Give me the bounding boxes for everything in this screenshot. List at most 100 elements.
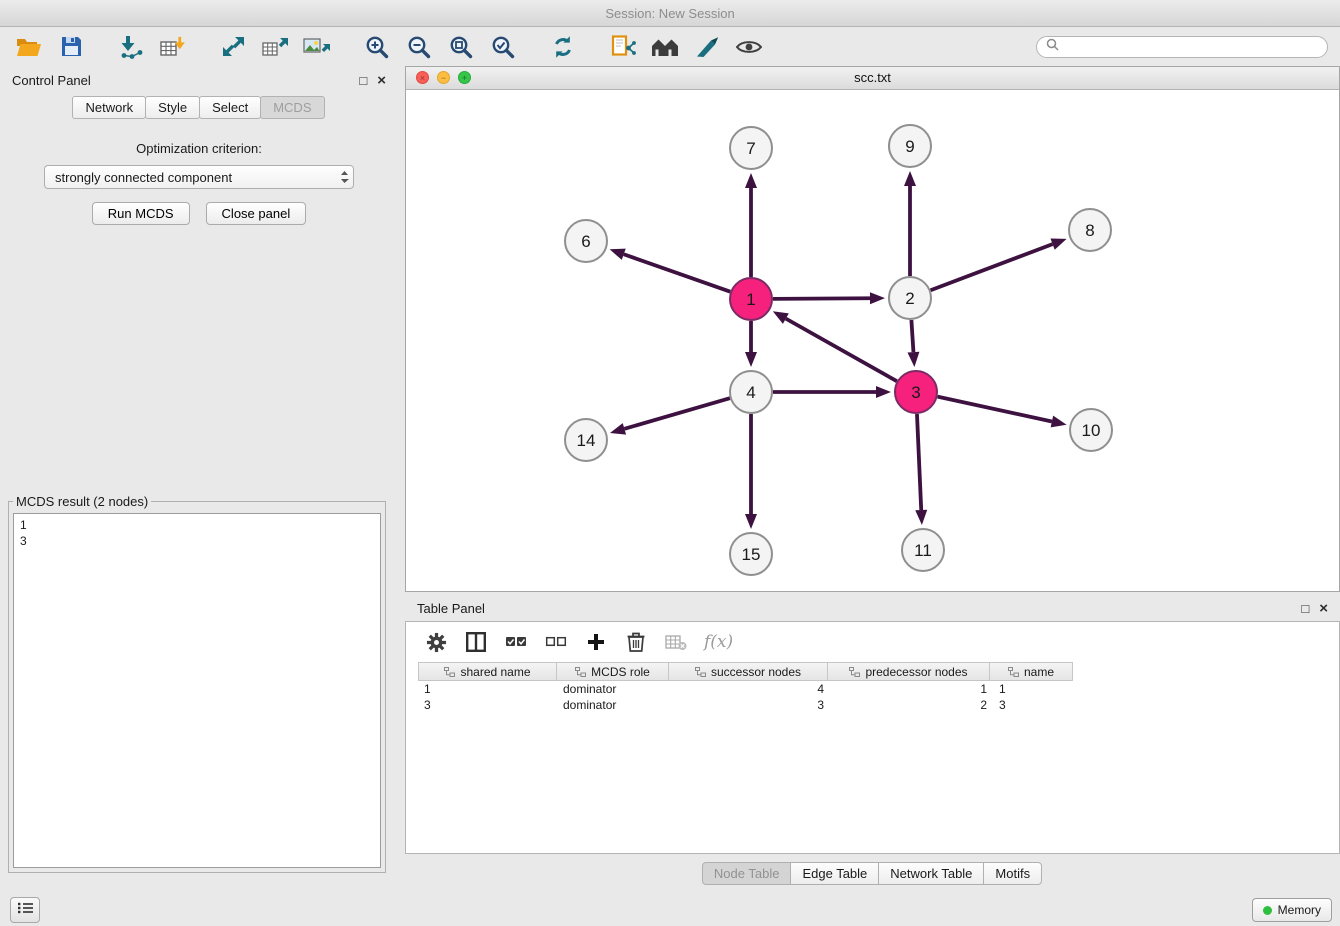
import-table-icon[interactable] <box>158 33 188 61</box>
apply-style-icon[interactable] <box>692 33 722 61</box>
tab-mcds[interactable]: MCDS <box>260 96 324 119</box>
tab-network[interactable]: Network <box>72 96 146 119</box>
column-header-label: MCDS role <box>591 665 650 679</box>
run-mcds-button[interactable]: Run MCDS <box>92 202 190 225</box>
table-panel-tabs: Node TableEdge TableNetwork TableMotifs <box>405 862 1340 885</box>
export-network-icon[interactable] <box>218 33 248 61</box>
float-panel-icon[interactable]: □ <box>359 74 367 87</box>
optimization-label: Optimization criterion: <box>0 141 398 156</box>
table-body: 1dominator4113dominator323 <box>418 681 1339 713</box>
edge-3-1[interactable] <box>786 319 897 382</box>
tab-motifs[interactable]: Motifs <box>983 862 1042 885</box>
table-cell: 3 <box>993 698 1077 712</box>
table-row[interactable]: 3dominator323 <box>418 697 1339 713</box>
control-panel-title: Control Panel <box>12 73 91 88</box>
node-15[interactable]: 15 <box>730 533 772 575</box>
open-session-icon[interactable] <box>14 33 44 61</box>
zoom-out-icon[interactable] <box>404 33 434 61</box>
node-1[interactable]: 1 <box>730 278 772 320</box>
zoom-in-icon[interactable] <box>362 33 392 61</box>
column-header-MCDS-role[interactable]: MCDS role <box>556 662 669 681</box>
node-9[interactable]: 9 <box>889 125 931 167</box>
memory-button[interactable]: Memory <box>1252 898 1332 922</box>
node-4[interactable]: 4 <box>730 371 772 413</box>
select-stepper-icon <box>340 170 349 184</box>
close-table-panel-icon[interactable]: × <box>1319 601 1328 616</box>
mcds-buttons: Run MCDS Close panel <box>0 202 398 225</box>
export-image-icon[interactable] <box>302 33 332 61</box>
first-neighbors-icon[interactable] <box>608 33 638 61</box>
svg-text:7: 7 <box>746 139 755 158</box>
mcds-result-text[interactable]: 1 3 <box>13 513 381 868</box>
network-window-title: scc.txt <box>854 70 891 85</box>
select-all-icon[interactable] <box>504 630 528 654</box>
edge-3-11[interactable] <box>917 414 921 510</box>
edge-3-10[interactable] <box>937 397 1051 422</box>
tab-network-table[interactable]: Network Table <box>878 862 984 885</box>
column-header-successor-nodes[interactable]: successor nodes <box>668 662 828 681</box>
network-window-titlebar: × − + scc.txt <box>406 67 1339 90</box>
refresh-icon[interactable] <box>548 33 578 61</box>
deselect-all-icon[interactable] <box>544 630 568 654</box>
minimize-window-icon[interactable]: − <box>437 71 450 84</box>
table-row[interactable]: 1dominator411 <box>418 681 1339 697</box>
network-view[interactable]: 7 9 6 8 1 2 4 3 14 10 15 11 <box>406 90 1339 592</box>
node-8[interactable]: 8 <box>1069 209 1111 251</box>
delete-column-icon[interactable] <box>624 630 648 654</box>
node-10[interactable]: 10 <box>1070 409 1112 451</box>
node-11[interactable]: 11 <box>902 529 944 571</box>
node-3[interactable]: 3 <box>895 371 937 413</box>
svg-text:4: 4 <box>746 383 755 402</box>
edge-arrowhead <box>870 292 885 304</box>
zoom-selected-icon[interactable] <box>488 33 518 61</box>
edge-4-14[interactable] <box>624 398 729 429</box>
criterion-select[interactable]: strongly connected component <box>44 165 354 189</box>
float-table-panel-icon[interactable]: □ <box>1301 602 1309 615</box>
svg-text:2: 2 <box>905 289 914 308</box>
control-panel-header: Control Panel □ × <box>0 65 398 95</box>
task-list-button[interactable] <box>10 897 40 923</box>
node-6[interactable]: 6 <box>565 220 607 262</box>
zoom-window-icon[interactable]: + <box>458 71 471 84</box>
add-column-icon[interactable] <box>584 630 608 654</box>
function-builder-icon: f(x) <box>704 630 733 654</box>
tab-style[interactable]: Style <box>145 96 200 119</box>
mcds-result-legend: MCDS result (2 nodes) <box>13 494 151 509</box>
table-cell: dominator <box>557 682 670 696</box>
edge-arrowhead <box>904 171 916 186</box>
edge-1-6[interactable] <box>624 254 731 291</box>
close-window-icon[interactable]: × <box>416 71 429 84</box>
houses-icon[interactable] <box>650 33 680 61</box>
svg-text:11: 11 <box>914 541 932 560</box>
column-header-predecessor-nodes[interactable]: predecessor nodes <box>827 662 990 681</box>
edge-1-2[interactable] <box>773 298 870 299</box>
tab-edge-table[interactable]: Edge Table <box>790 862 879 885</box>
edge-2-8[interactable] <box>931 244 1053 290</box>
svg-text:6: 6 <box>581 232 590 251</box>
split-panel-icon[interactable] <box>464 630 488 654</box>
column-header-name[interactable]: name <box>989 662 1073 681</box>
close-panel-button[interactable]: Close panel <box>206 202 307 225</box>
edge-arrowhead <box>876 386 891 398</box>
tab-node-table[interactable]: Node Table <box>702 862 792 885</box>
search-box[interactable] <box>1036 36 1328 58</box>
save-session-icon[interactable] <box>56 33 86 61</box>
eye-icon[interactable] <box>734 33 764 61</box>
svg-text:15: 15 <box>742 545 761 564</box>
table-cell: 2 <box>830 698 993 712</box>
gear-icon[interactable] <box>424 630 448 654</box>
edge-arrowhead <box>773 311 789 324</box>
close-panel-icon[interactable]: × <box>377 73 386 88</box>
tab-select[interactable]: Select <box>199 96 261 119</box>
column-header-shared-name[interactable]: shared name <box>418 662 557 681</box>
zoom-fit-icon[interactable] <box>446 33 476 61</box>
export-table-icon[interactable] <box>260 33 290 61</box>
edge-arrowhead <box>1050 239 1066 250</box>
search-input[interactable] <box>1065 39 1318 55</box>
node-7[interactable]: 7 <box>730 127 772 169</box>
edge-2-3[interactable] <box>911 320 913 352</box>
node-14[interactable]: 14 <box>565 419 607 461</box>
import-network-icon[interactable] <box>116 33 146 61</box>
column-header-label: name <box>1024 665 1054 679</box>
node-2[interactable]: 2 <box>889 277 931 319</box>
